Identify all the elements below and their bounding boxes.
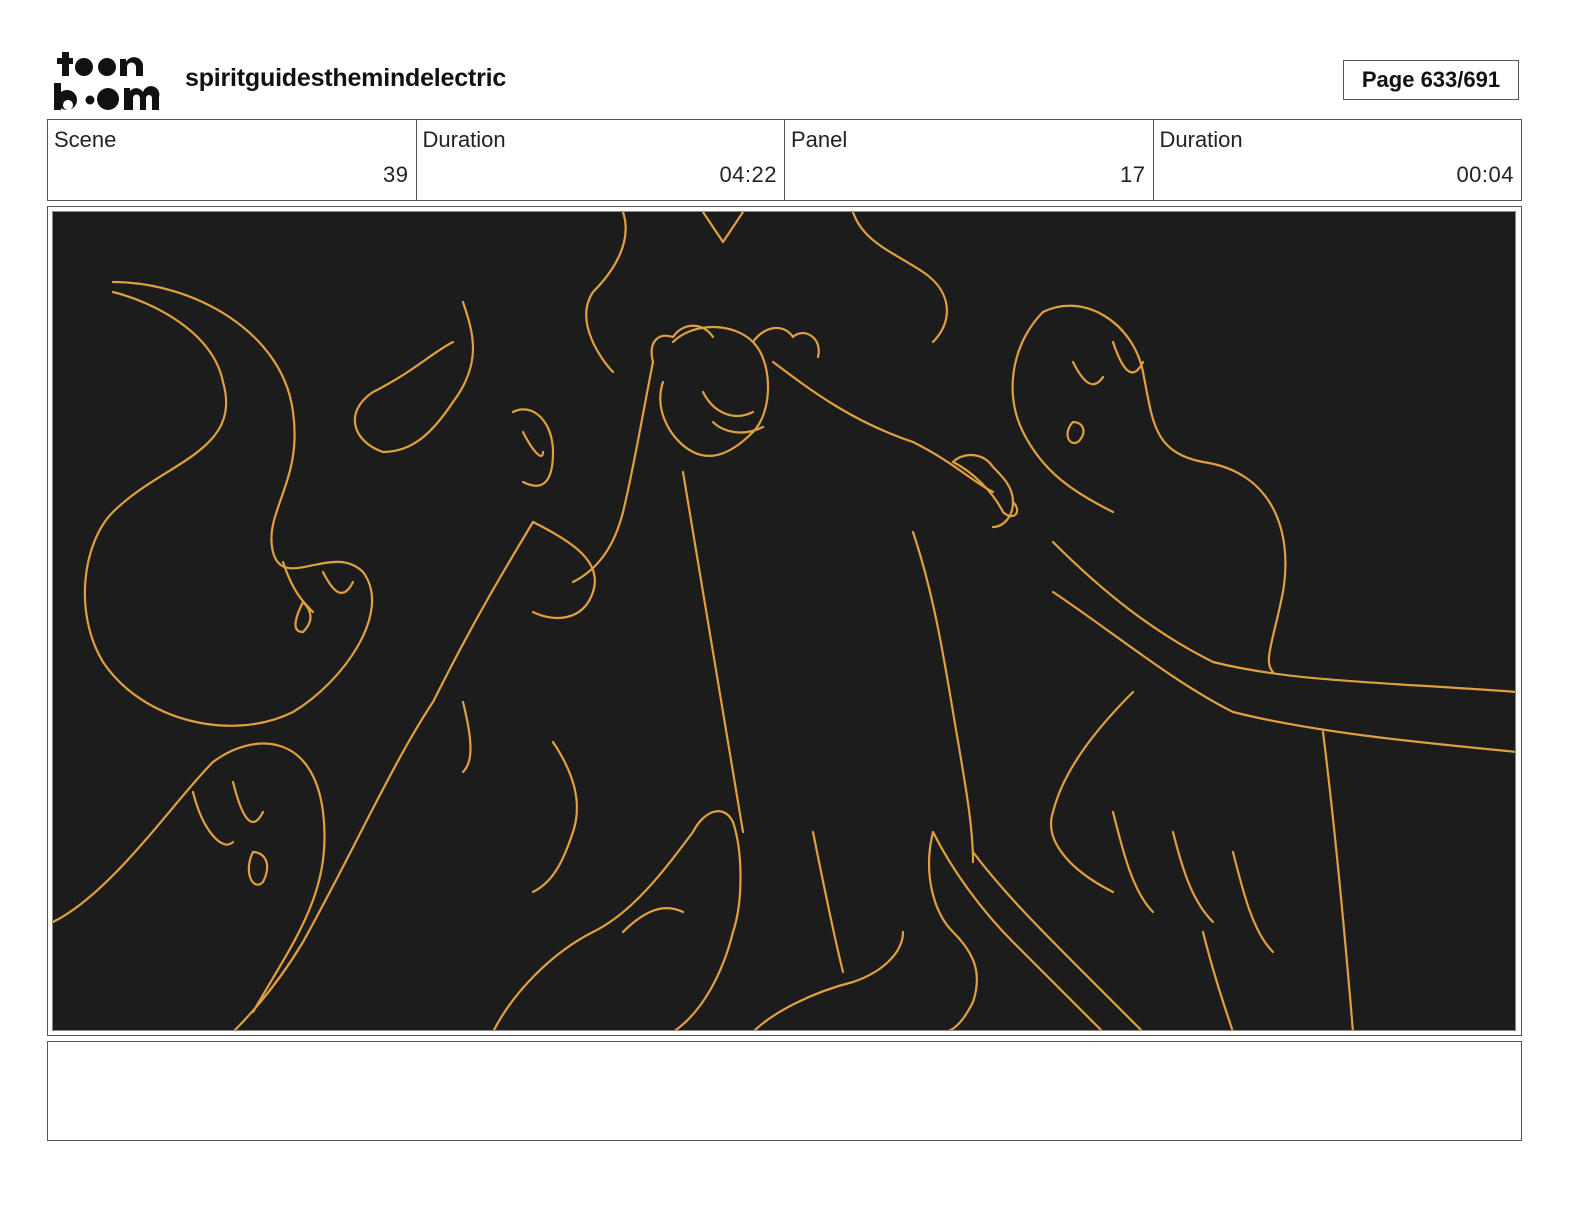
page-indicator: Page 633/691 [1343,60,1519,100]
scene-label: Scene [54,127,117,152]
panel-cell: Panel 17 [785,120,1154,200]
storyboard-panel-frame [47,206,1522,1036]
panel-notes-box [47,1041,1522,1141]
panel-duration-cell: Duration 00:04 [1154,120,1522,200]
scene-value: 39 [383,162,409,187]
scene-duration-label: Duration [422,127,506,152]
panel-duration-label: Duration [1159,127,1243,152]
sketch-lines [53,212,1515,1030]
scene-cell: Scene 39 [48,120,417,200]
panel-value: 17 [1120,162,1146,187]
storyboard-panel-drawing [52,211,1516,1031]
panel-label: Panel [791,127,848,152]
page-label: Page 633/691 [1361,67,1501,92]
scene-duration-value: 04:22 [719,162,777,187]
project-title: spiritguidesthemindelectric [185,64,507,92]
toonboom-logo [52,50,162,112]
scene-info-table: Scene 39 Duration 04:22 Panel 17 Duratio… [47,119,1522,201]
scene-duration-cell: Duration 04:22 [417,120,785,200]
panel-duration-value: 00:04 [1456,162,1514,187]
